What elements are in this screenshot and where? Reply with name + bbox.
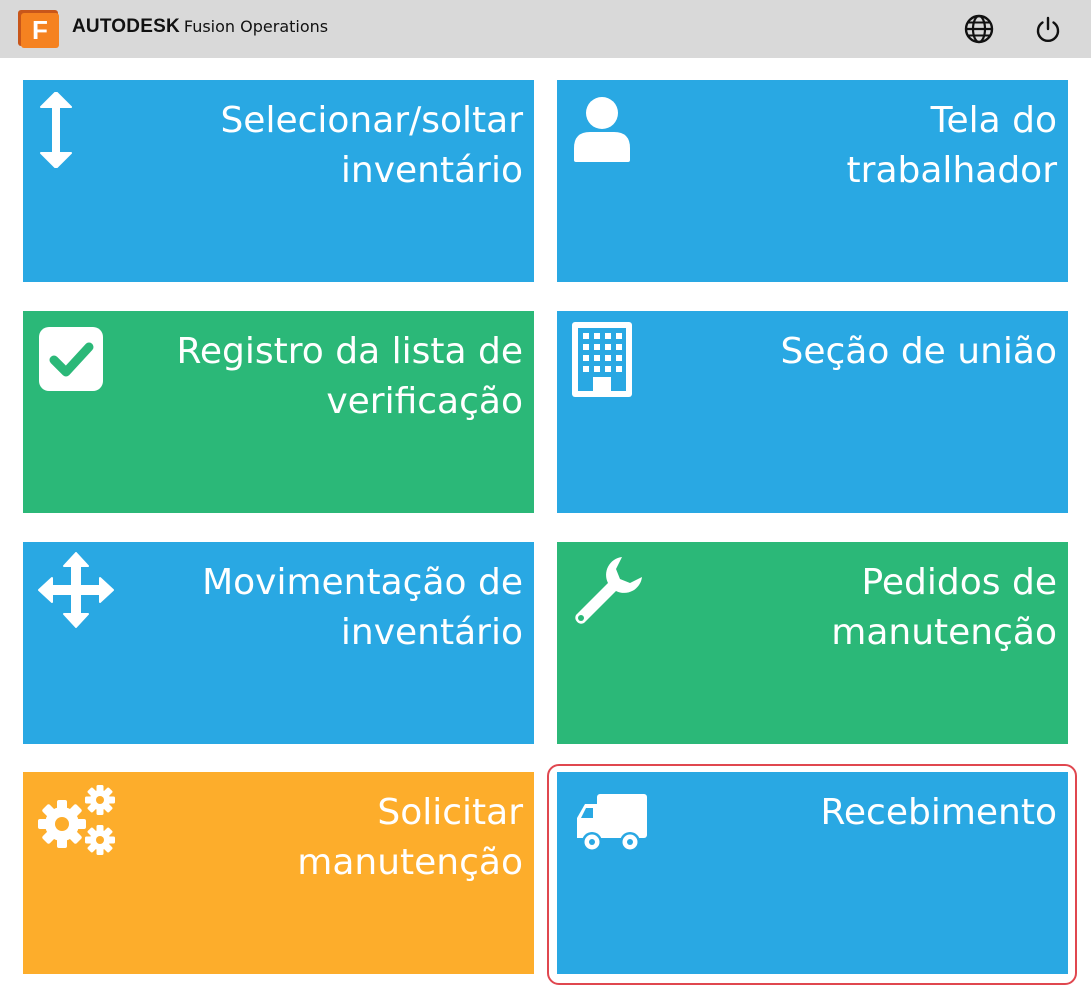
app-title: AUTODESK Fusion Operations (72, 15, 328, 39)
top-bar: F AUTODESK Fusion Operations (0, 0, 1091, 58)
tile-label: Tela do trabalhador (846, 100, 1057, 191)
tile-label: Pedidos de manutenção (831, 562, 1057, 653)
brand-name: AUTODESK (72, 16, 180, 37)
power-icon[interactable] (1032, 13, 1064, 45)
fusion-logo-icon: F (18, 10, 59, 48)
wrench-icon (575, 557, 642, 624)
tile-select-drop-inventory[interactable]: Selecionar/soltar inventário (23, 80, 534, 282)
tile-label: Seção de união (780, 331, 1058, 372)
checkbox-icon (39, 327, 103, 391)
tile-label: Solicitar manutenção (297, 792, 523, 883)
tile-receiving[interactable]: Recebimento (557, 772, 1068, 974)
tile-label: Movimentação de inventário (202, 562, 523, 653)
svg-text:F: F (32, 15, 48, 45)
tile-maintenance-orders[interactable]: Pedidos de manutenção (557, 542, 1068, 744)
product-name: Fusion Operations (183, 17, 329, 36)
user-icon (574, 97, 630, 162)
building-icon (572, 322, 632, 397)
tile-request-maintenance[interactable]: Solicitar manutenção (23, 772, 534, 974)
vertical-arrows-icon (40, 92, 72, 168)
globe-icon[interactable] (963, 13, 995, 45)
tile-inventory-movement[interactable]: Movimentação de inventário (23, 542, 534, 744)
tile-checklist-record[interactable]: Registro da lista de verificação (23, 311, 534, 513)
tile-label: Selecionar/soltar inventário (220, 100, 523, 191)
tile-worker-screen[interactable]: Tela do trabalhador (557, 80, 1068, 282)
tile-union-section[interactable]: Seção de união (557, 311, 1068, 513)
tile-label: Recebimento (820, 792, 1057, 833)
tile-label: Registro da lista de verificação (176, 331, 523, 422)
